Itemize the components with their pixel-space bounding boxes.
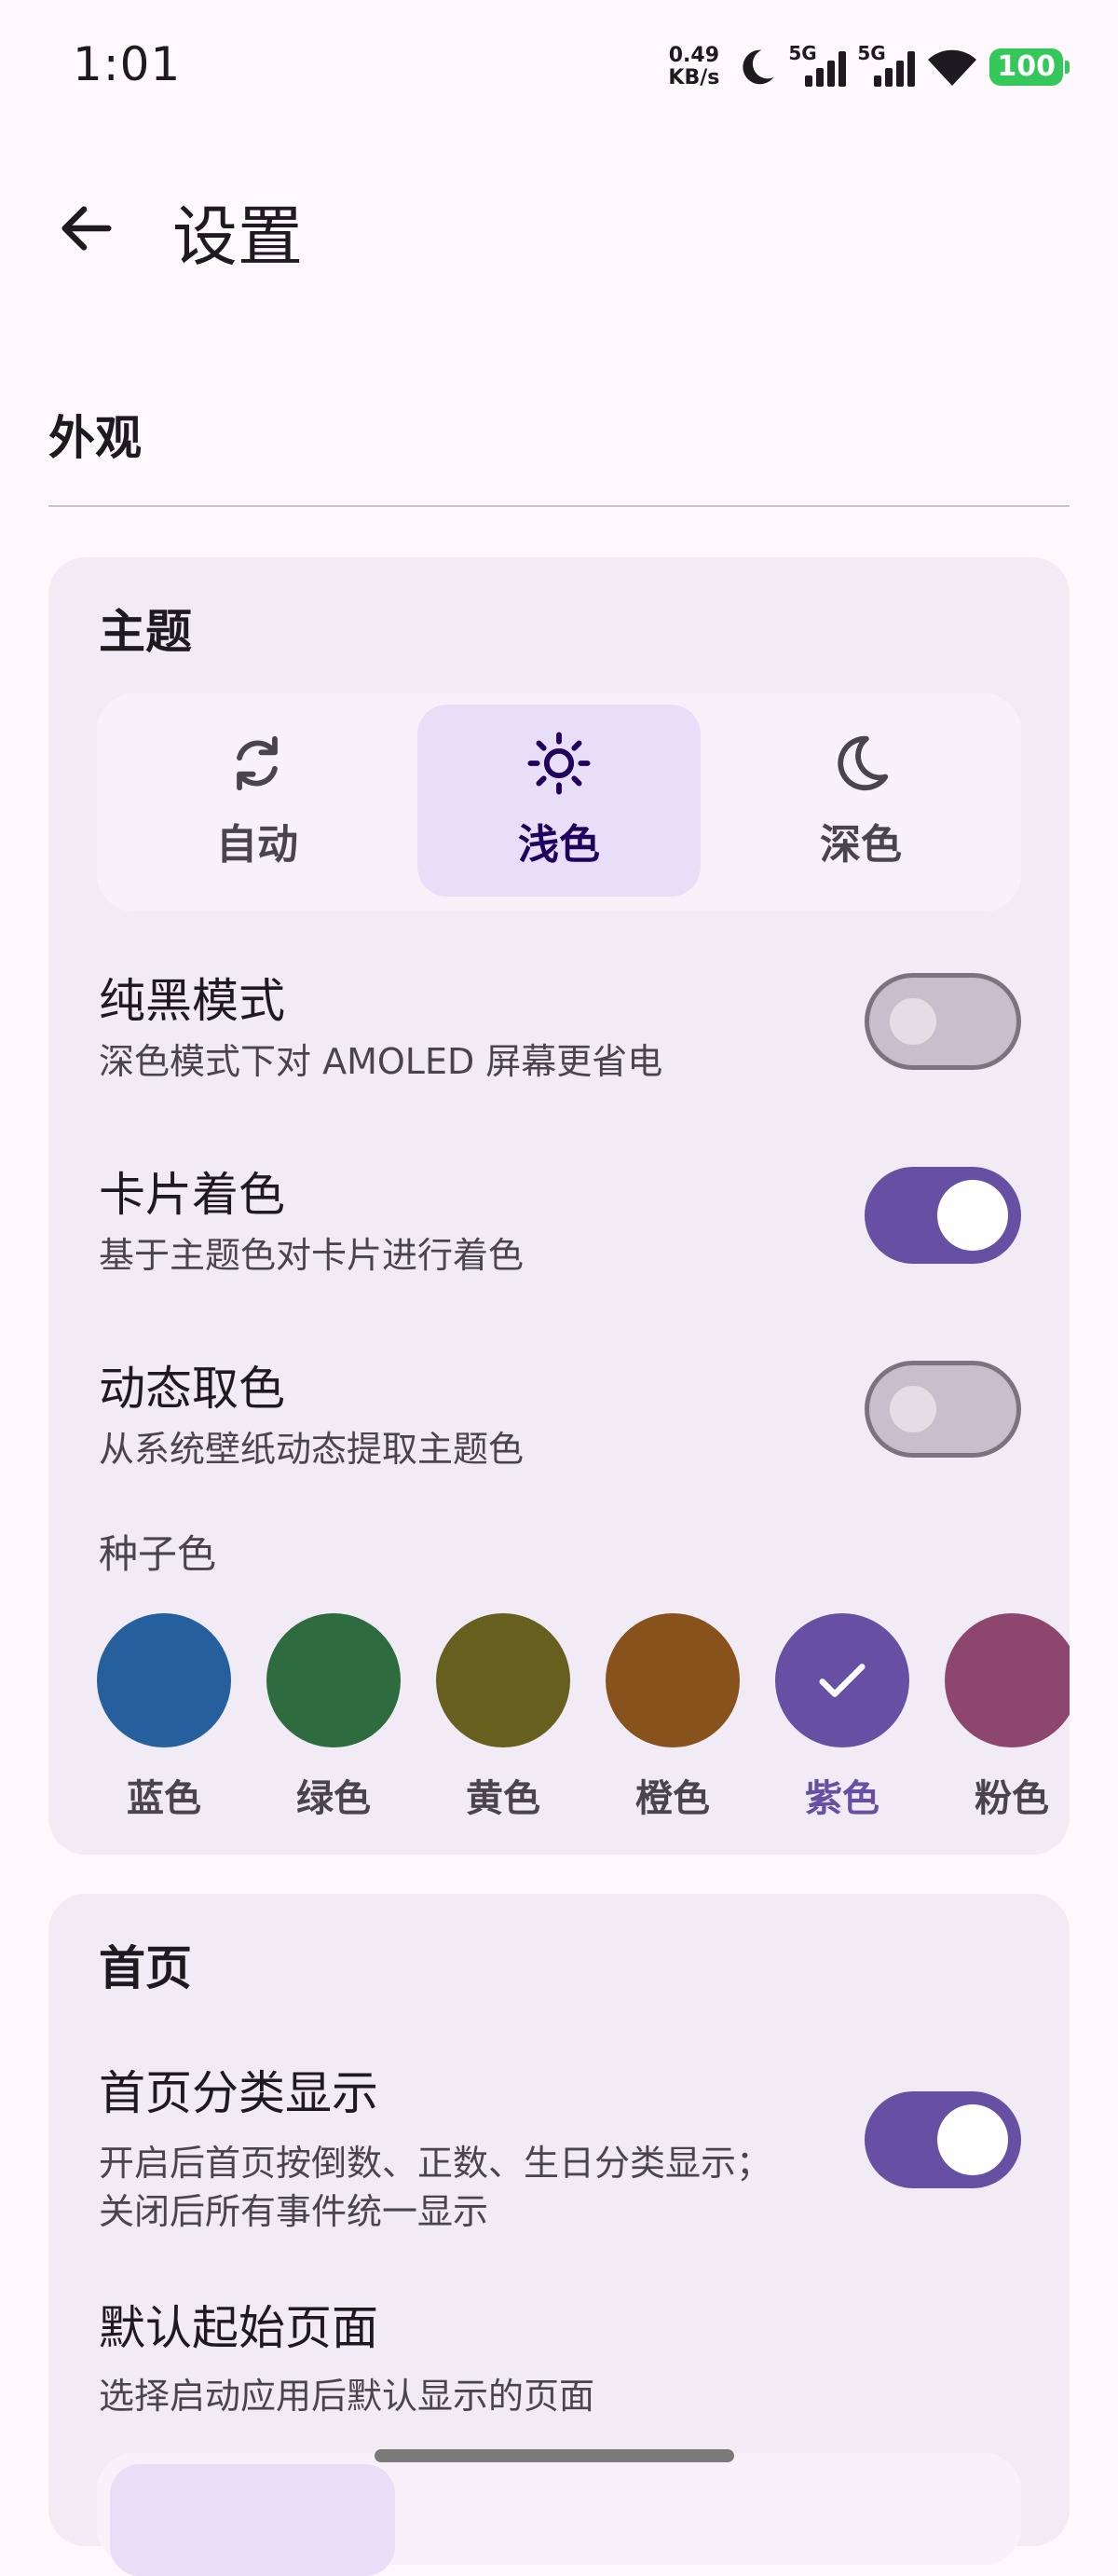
seed-color-label-text: 粉色 — [975, 1777, 1049, 1820]
default-page-selector[interactable] — [97, 2453, 1021, 2576]
color-swatch — [606, 1613, 740, 1747]
color-swatch — [266, 1613, 401, 1747]
network-speed-unit: KB/s — [668, 66, 720, 89]
battery-level: 100 — [989, 48, 1063, 86]
seed-color-pink[interactable]: 粉色 — [945, 1613, 1070, 1822]
seed-color-label-text: 黄色 — [466, 1777, 540, 1820]
check-icon — [819, 1664, 866, 1697]
seed-color-label-text: 紫色 — [805, 1777, 879, 1820]
dynamic-color-subtitle: 从系统壁纸动态提取主题色 — [99, 1429, 525, 1470]
seed-color-label-text: 绿色 — [296, 1777, 371, 1820]
network-speed-value: 0.49 — [668, 44, 720, 67]
home-category-display-title: 首页分类显示 — [99, 2066, 378, 2120]
theme-title: 主题 — [99, 605, 192, 659]
card-tint-title: 卡片着色 — [99, 1168, 285, 1222]
default-page-title: 默认起始页面 — [99, 2301, 378, 2355]
page-title: 设置 — [172, 199, 303, 275]
seed-color-purple[interactable]: 紫色 — [775, 1613, 909, 1822]
pure-black-title: 纯黑模式 — [99, 974, 285, 1028]
home-category-display-switch[interactable] — [865, 2091, 1021, 2188]
theme-option-label: 自动 — [216, 821, 298, 869]
theme-option-label: 浅色 — [518, 821, 600, 869]
home-category-display-subtitle-1: 开启后首页按倒数、正数、生日分类显示； — [99, 2143, 772, 2184]
pure-black-subtitle: 深色模式下对 AMOLED 屏幕更省电 — [99, 1041, 663, 1082]
section-divider — [48, 505, 1070, 507]
color-swatch — [775, 1613, 909, 1747]
seed-color-label-text: 蓝色 — [127, 1777, 201, 1820]
card-tint-switch[interactable] — [865, 1167, 1021, 1264]
section-title-appearance: 外观 — [48, 411, 142, 465]
sun-icon — [527, 732, 591, 795]
color-swatch — [436, 1613, 570, 1747]
dynamic-color-switch[interactable] — [865, 1361, 1021, 1458]
wifi-icon — [928, 49, 977, 86]
seed-color-list: 蓝色 绿色 黄色 橙色 紫色 粉色 — [97, 1613, 1070, 1846]
appearance-card: 主题 自动 浅色 深色 纯黑模式 深色模式下对 AMOLED 屏幕更省电 卡片着… — [48, 557, 1070, 1855]
sync-icon — [237, 735, 278, 791]
status-time: 1:01 — [73, 37, 182, 91]
arrow-back-icon — [61, 206, 112, 251]
gesture-navigation-bar[interactable] — [375, 2449, 734, 2462]
theme-option-label: 深色 — [820, 821, 902, 869]
battery-icon: 100 — [989, 48, 1070, 86]
color-swatch — [945, 1613, 1070, 1747]
theme-option-light[interactable]: 浅色 — [417, 705, 701, 897]
seed-color-label-text: 橙色 — [635, 1777, 710, 1820]
home-card: 首页 首页分类显示 开启后首页按倒数、正数、生日分类显示； 关闭后所有事件统一显… — [48, 1894, 1070, 2576]
card-tint-subtitle: 基于主题色对卡片进行着色 — [99, 1235, 525, 1276]
signal-sim2-icon: 5G — [857, 42, 916, 90]
moon-icon — [838, 735, 889, 791]
signal-sim1-icon: 5G — [788, 42, 847, 90]
do-not-disturb-moon-icon — [743, 49, 774, 85]
home-card-title: 首页 — [99, 1941, 192, 1995]
theme-segmented-control: 自动 浅色 深色 — [97, 693, 1021, 911]
theme-option-auto[interactable]: 自动 — [116, 705, 399, 897]
dynamic-color-title: 动态取色 — [99, 1362, 285, 1416]
seed-color-blue[interactable]: 蓝色 — [97, 1613, 231, 1822]
back-button[interactable] — [54, 196, 119, 261]
status-icons: 0.49 KB/s 5G 5G 100 — [668, 39, 1070, 95]
seed-color-label: 种子色 — [99, 1531, 217, 1577]
theme-option-dark[interactable]: 深色 — [719, 705, 1002, 897]
seed-color-green[interactable]: 绿色 — [266, 1613, 401, 1822]
home-category-display-subtitle-2: 关闭后所有事件统一显示 — [99, 2191, 489, 2232]
color-swatch — [97, 1613, 231, 1747]
default-page-option-selected[interactable] — [110, 2464, 395, 2576]
network-speed: 0.49 KB/s — [668, 45, 719, 89]
seed-color-orange[interactable]: 橙色 — [606, 1613, 740, 1822]
seed-color-yellow[interactable]: 黄色 — [436, 1613, 570, 1822]
default-page-subtitle: 选择启动应用后默认显示的页面 — [99, 2376, 595, 2417]
pure-black-switch[interactable] — [865, 973, 1021, 1070]
